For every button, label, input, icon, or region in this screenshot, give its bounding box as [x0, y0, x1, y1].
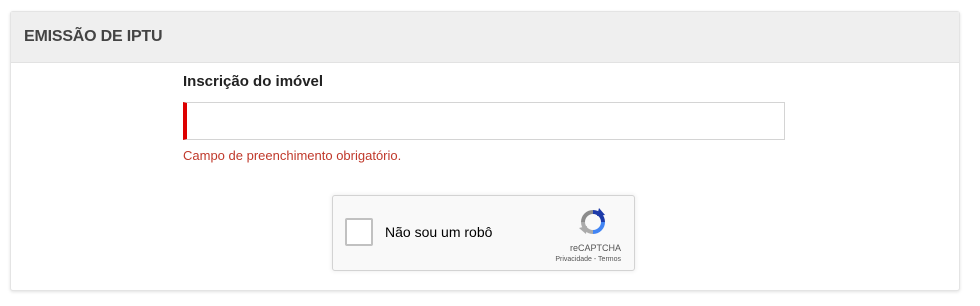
recaptcha-checkbox[interactable] — [345, 218, 373, 246]
page-title: EMISSÃO DE IPTU — [24, 28, 163, 45]
recaptcha-label: Não sou um robô — [385, 224, 493, 240]
recaptcha-brand: reCAPTCHA — [569, 243, 621, 253]
recaptcha-links: Privacidade - Termos — [555, 256, 621, 263]
terms-link[interactable]: Termos — [598, 256, 621, 263]
panel-header: EMISSÃO DE IPTU — [11, 12, 959, 63]
recaptcha-widget: Não sou um robô reCAPTCHA Privacidade - … — [332, 195, 635, 271]
error-message: Campo de preenchimento obrigatório. — [183, 148, 402, 163]
inscricao-input[interactable] — [183, 102, 785, 140]
field-label: Inscrição do imóvel — [183, 73, 324, 90]
iptu-panel: EMISSÃO DE IPTU Inscrição do imóvel Camp… — [10, 11, 960, 291]
privacy-link[interactable]: Privacidade — [555, 256, 592, 263]
recaptcha-logo-icon — [579, 208, 605, 234]
